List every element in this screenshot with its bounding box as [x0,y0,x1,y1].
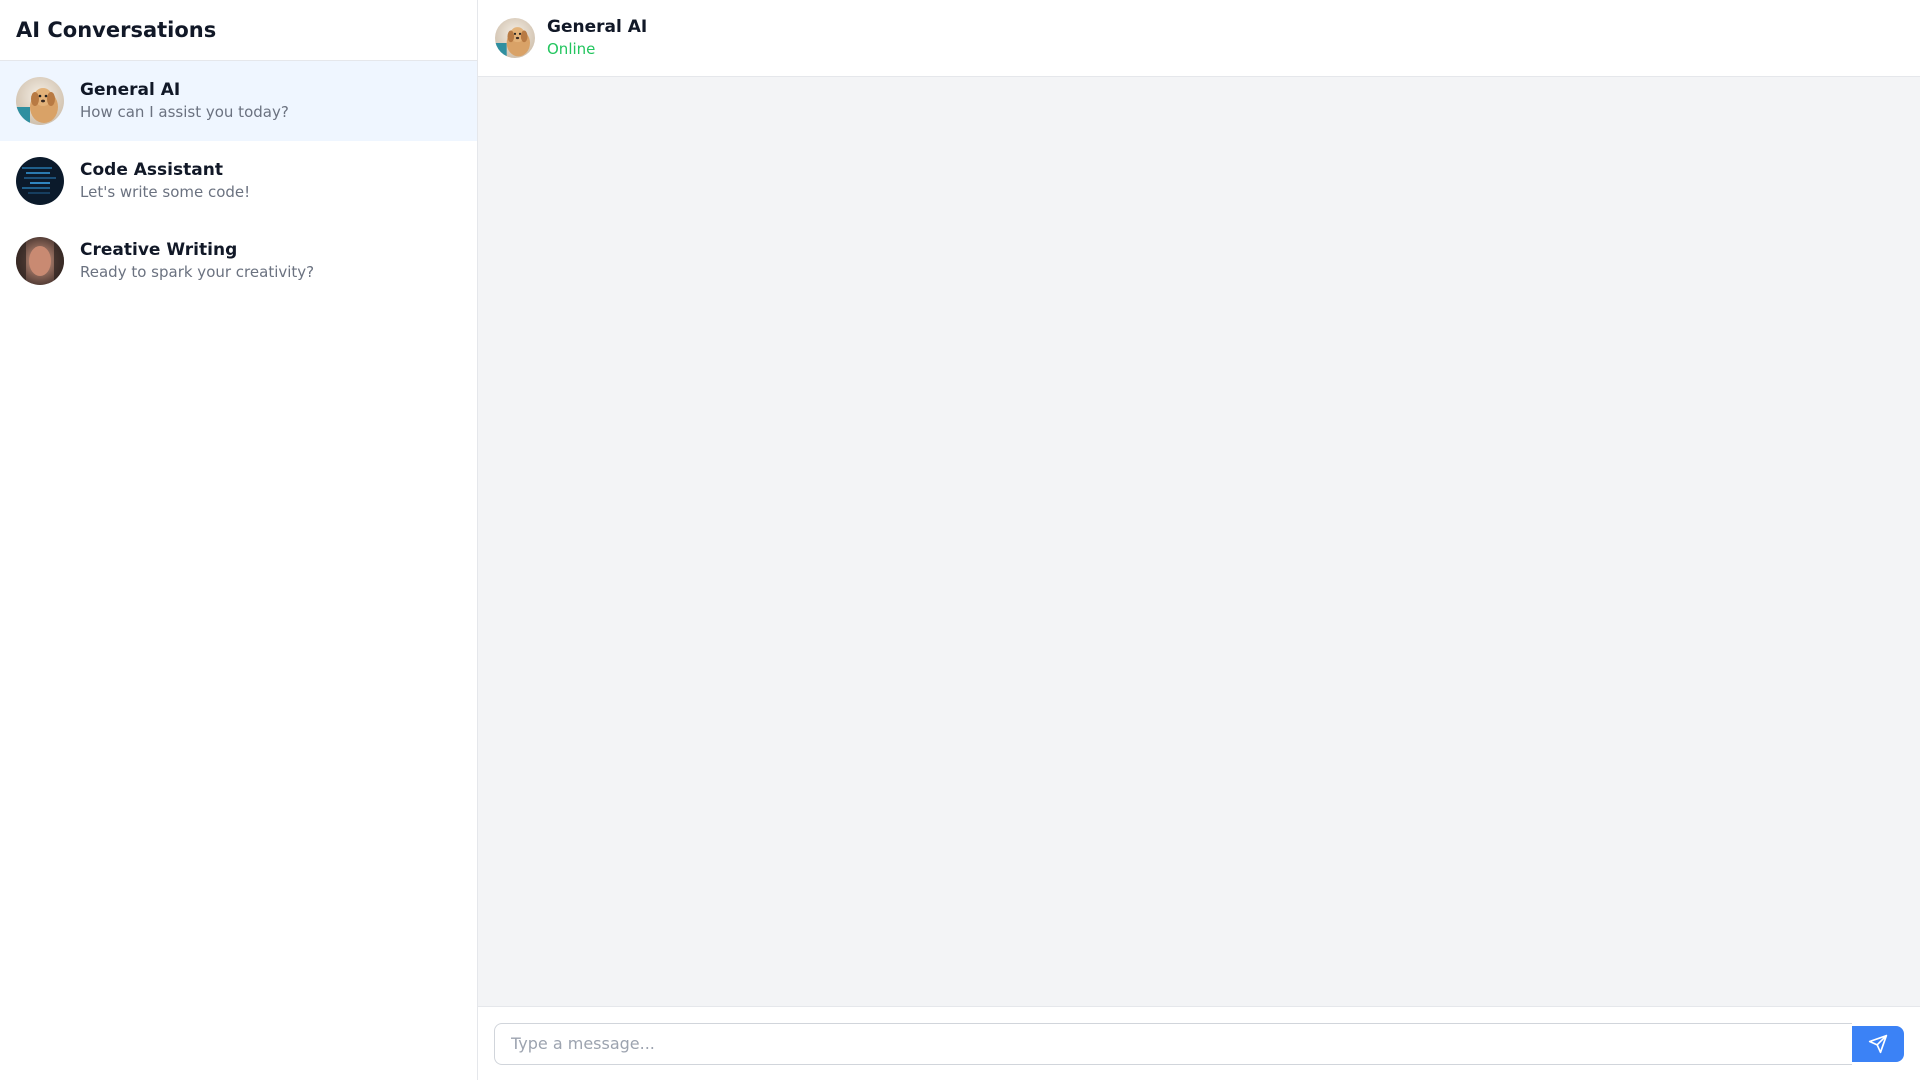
paper-plane-icon [1868,1034,1888,1054]
message-input[interactable] [494,1022,1852,1065]
message-composer [478,1006,1920,1080]
conversation-item-creative-writing[interactable]: Creative Writing Ready to spark your cre… [0,221,477,301]
conversation-item-general-ai[interactable]: General AI How can I assist you today? [0,61,477,141]
conversation-name: Code Assistant [80,160,223,180]
person-photo-avatar [16,237,64,285]
sidebar-header: AI Conversations [0,0,477,61]
chat-header-text: General AI Online [547,16,647,60]
chat-title: General AI [547,17,648,37]
conversation-name: General AI [80,80,181,100]
conversation-text: Creative Writing Ready to spark your cre… [80,239,314,283]
message-area[interactable] [478,77,1920,1006]
chat-panel: General AI Online [478,0,1920,1080]
conversation-preview: How can I assist you today? [80,103,289,121]
conversation-text: General AI How can I assist you today? [80,79,289,123]
conversation-preview: Ready to spark your creativity? [80,263,315,281]
conversation-text: Code Assistant Let's write some code! [80,159,250,203]
dog-photo-avatar [16,77,64,125]
conversation-list: General AI How can I assist you today? C… [0,61,477,301]
code-screen-avatar [16,157,64,205]
conversation-preview: Let's write some code! [80,183,251,201]
chat-header: General AI Online [478,0,1920,77]
app-window: AI Conversations General AI How can I as… [0,0,1920,1080]
send-button[interactable] [1852,1025,1904,1062]
conversation-item-code-assistant[interactable]: Code Assistant Let's write some code! [0,141,477,221]
sidebar: AI Conversations General AI How can I as… [0,0,478,1080]
dog-photo-avatar [495,18,535,58]
sidebar-title: AI Conversations [16,18,217,42]
online-status: Online [547,40,596,58]
conversation-name: Creative Writing [80,240,238,260]
